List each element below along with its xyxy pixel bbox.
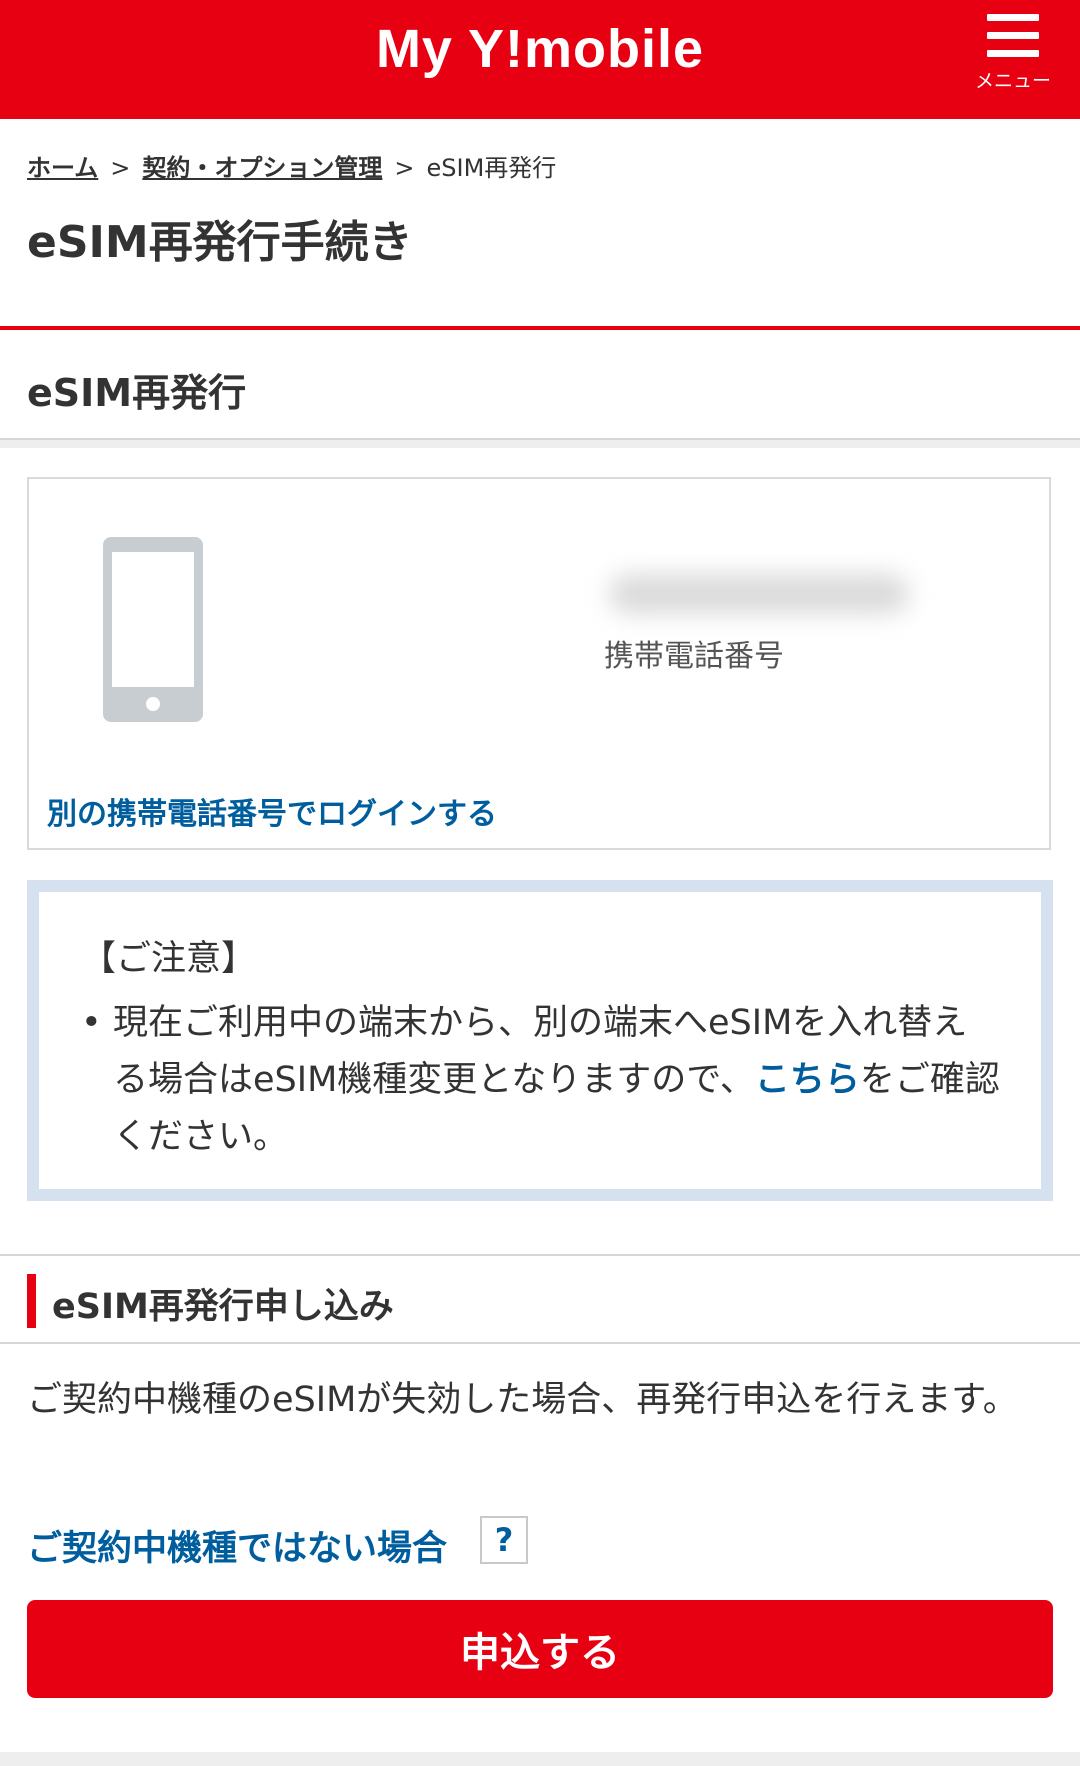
ymobile-logo[interactable]: My Y!mobile [0,18,1080,80]
notice-item: • 現在ご利用中の端末から、別の端末へeSIMを入れ替える場合はeSIM機種変更… [81,995,1001,1166]
notice-title: 【ご注意】 [81,939,257,979]
phone-number-redacted [609,574,909,614]
footer-band [0,1752,1080,1766]
menu-button[interactable]: メニュー [968,14,1058,100]
apply-divider-top [0,1254,1080,1256]
apply-description: ご契約中機種のeSIMが失効した場合、再発行申込を行えます。 [27,1380,1018,1420]
notice-content: 【ご注意】 • 現在ご利用中の端末から、別の端末へeSIMを入れ替える場合はeS… [39,892,1041,1189]
apply-button[interactable]: 申込する [27,1600,1053,1698]
breadcrumb: ホーム > 契約・オプション管理 > eSIM再発行 [27,148,556,183]
phone-number-card: 携帯電話番号 別の携帯電話番号でログインする [27,477,1051,850]
esim-model-change-link[interactable]: こちら [755,1060,860,1100]
section-band [0,440,1080,448]
hamburger-icon-bar-2 [987,32,1039,39]
not-contract-device-link[interactable]: ご契約中機種ではない場合 [27,1520,447,1571]
phone-number-label: 携帯電話番号 [604,639,784,674]
breadcrumb-separator: > [110,154,131,182]
bullet-icon: • [81,1003,102,1043]
smartphone-screen [112,552,194,687]
hamburger-icon-bar-3 [987,50,1039,57]
hamburger-icon [987,14,1039,21]
apply-divider-bottom [0,1342,1080,1344]
apply-heading: eSIM再発行申し込み [52,1287,394,1327]
title-divider [0,326,1080,330]
section-title: eSIM再発行 [27,371,247,415]
notice-box: 【ご注意】 • 現在ご利用中の端末から、別の端末へeSIMを入れ替える場合はeS… [27,880,1053,1201]
help-icon[interactable]: ? [480,1516,528,1564]
apply-heading-accent [27,1274,36,1328]
smartphone-icon [103,537,203,722]
breadcrumb-home-link[interactable]: ホーム [27,154,98,182]
breadcrumb-separator: > [394,154,415,182]
breadcrumb-contract-link[interactable]: 契約・オプション管理 [142,154,382,182]
breadcrumb-current: eSIM再発行 [426,154,557,182]
switch-login-link[interactable]: 別の携帯電話番号でログインする [47,789,497,833]
app-header: My Y!mobile メニュー [0,0,1080,119]
menu-label: メニュー [974,70,1051,92]
page-title: eSIM再発行手続き [27,217,413,268]
smartphone-home-button [146,697,160,711]
